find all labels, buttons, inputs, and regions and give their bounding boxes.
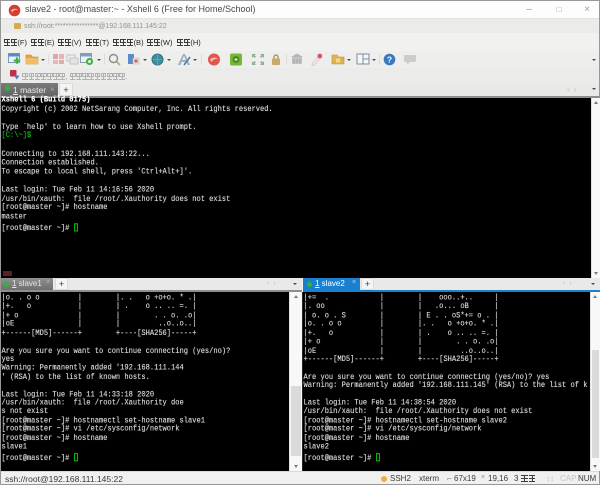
svg-text:?: ? — [387, 54, 392, 64]
